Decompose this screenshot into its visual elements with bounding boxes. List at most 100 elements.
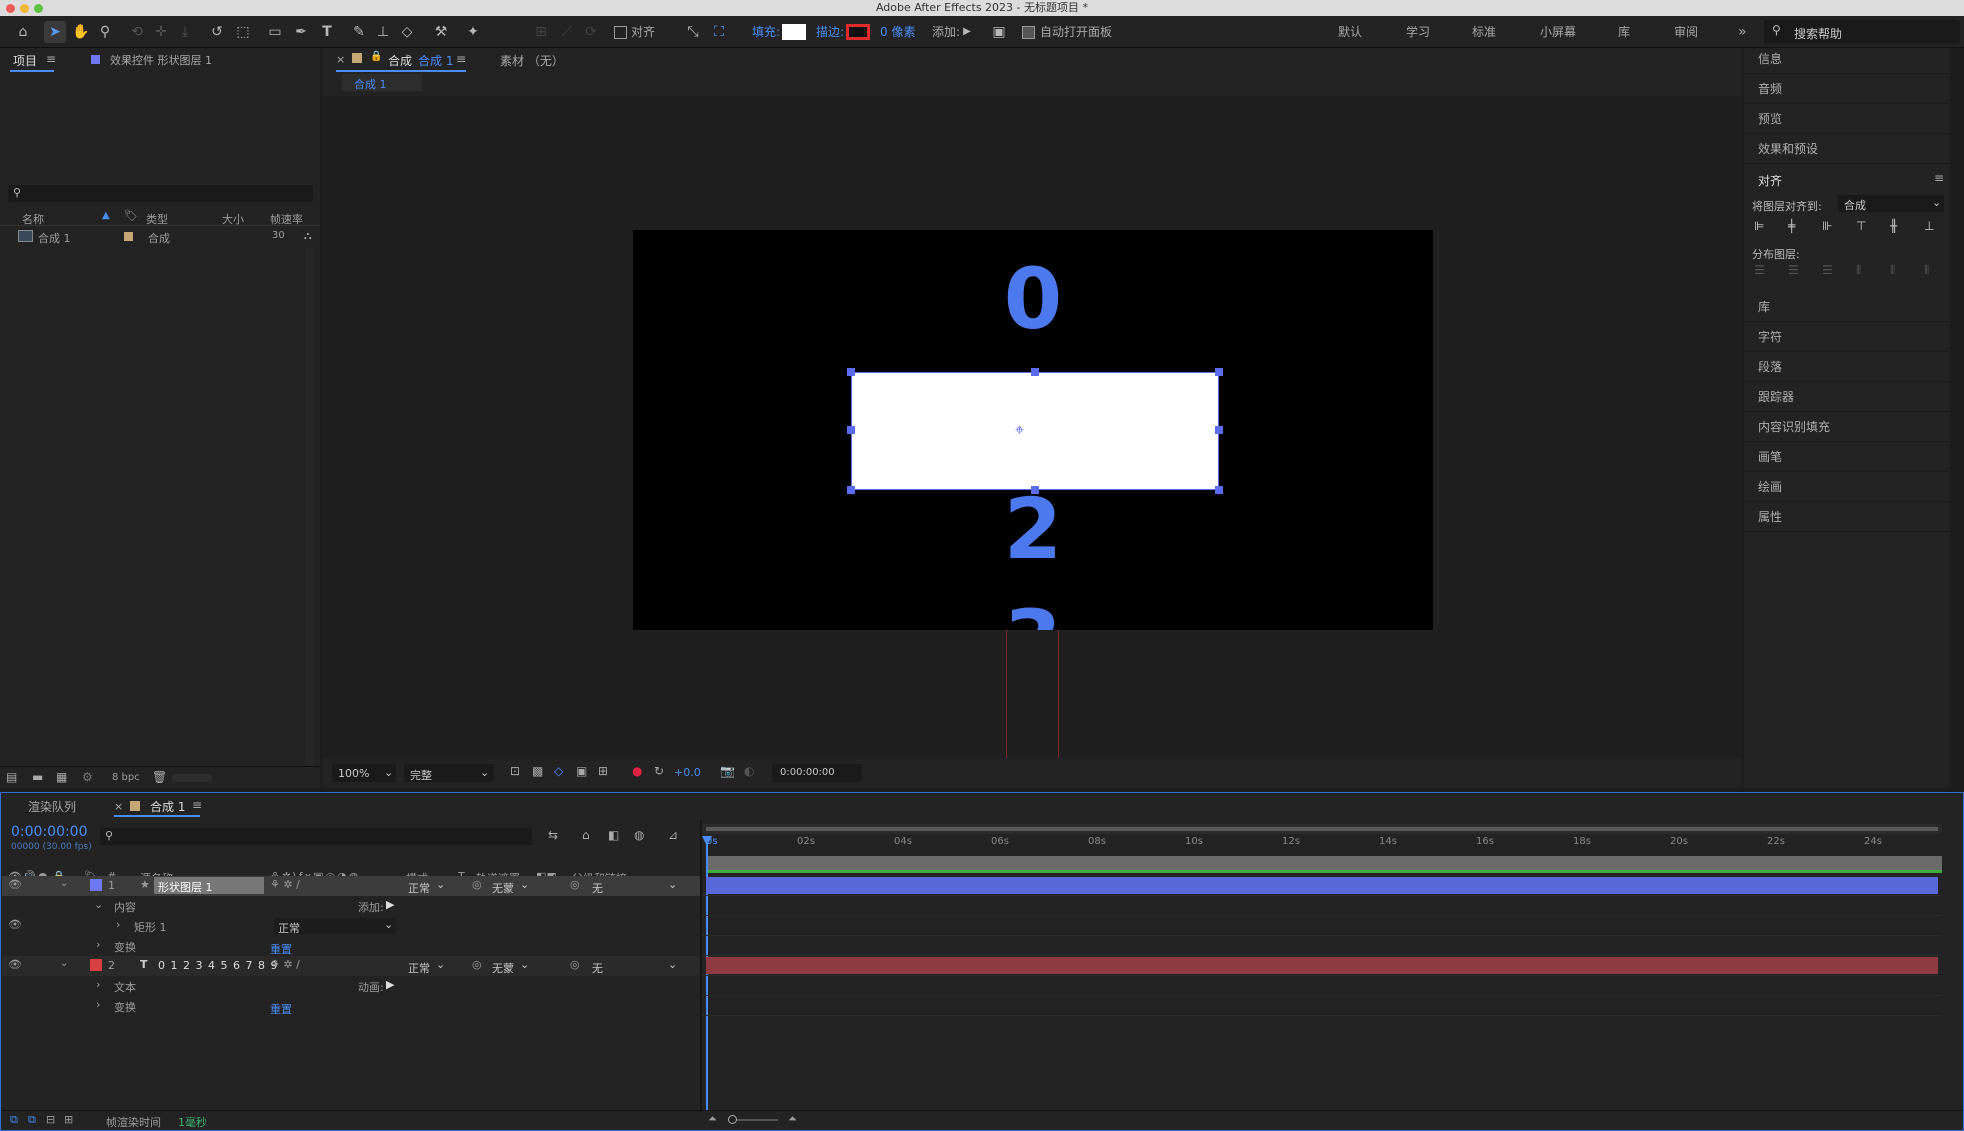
- pan-tool-icon[interactable]: ✛: [150, 21, 172, 43]
- type-tool-icon[interactable]: T: [316, 21, 338, 43]
- puppet-tool-icon[interactable]: ✦: [462, 21, 484, 43]
- draft-3d-icon[interactable]: ⌂: [582, 828, 590, 842]
- tab-timeline-comp[interactable]: 合成 1: [150, 798, 185, 815]
- handle-bottom-right[interactable]: [1215, 486, 1223, 494]
- project-settings-icon[interactable]: ⚙: [82, 770, 93, 784]
- column-size[interactable]: 大小: [222, 211, 244, 227]
- stroke-color-swatch[interactable]: [846, 24, 870, 40]
- grid-guides-icon[interactable]: ⊞: [598, 764, 608, 778]
- layer-switches-toggle-icon[interactable]: ⧉: [10, 1113, 18, 1127]
- visibility-eye-icon[interactable]: 👁: [8, 958, 22, 971]
- fill-label[interactable]: 填充:: [752, 16, 780, 48]
- selection-tool-icon[interactable]: ➤: [44, 21, 66, 43]
- align-bottom-icon[interactable]: ⊥: [1924, 219, 1934, 233]
- resolution-dropdown[interactable]: 完整 ⌄: [404, 764, 494, 782]
- tab-footage[interactable]: 素材 （无）: [500, 52, 564, 69]
- panel-audio[interactable]: 音频: [1744, 75, 1950, 104]
- close-tab-icon[interactable]: ×: [114, 800, 123, 813]
- tab-effect-controls[interactable]: 效果控件 形状图层 1: [110, 52, 212, 68]
- tool-panel-icon[interactable]: ▣: [988, 21, 1010, 43]
- layer-duration-bar-2[interactable]: [706, 957, 1938, 974]
- handle-bottom-center[interactable]: [1031, 486, 1039, 494]
- zoom-out-icon[interactable]: ⏶: [708, 1112, 717, 1126]
- lock-icon[interactable]: 🔒: [370, 51, 382, 62]
- more-workspaces-icon[interactable]: »: [1738, 16, 1747, 48]
- expand-chevron-icon[interactable]: ⌄: [60, 878, 68, 889]
- brush-tool-icon[interactable]: ✎: [348, 21, 370, 43]
- fill-color-swatch[interactable]: [782, 24, 806, 40]
- property-row-contents[interactable]: ⌄ 内容 添加: ▶: [2, 896, 700, 916]
- layer-name-field[interactable]: 形状图层 1: [154, 877, 264, 894]
- panel-preview[interactable]: 预览: [1744, 105, 1950, 134]
- rotate-tool-icon[interactable]: ↺: [206, 21, 228, 43]
- auto-open-checkbox[interactable]: [1022, 26, 1035, 39]
- new-composition-icon[interactable]: ▦: [56, 770, 67, 784]
- close-tab-icon[interactable]: ×: [336, 53, 345, 66]
- property-row-transform-2[interactable]: › 变换 重置: [2, 996, 700, 1016]
- visibility-eye-icon[interactable]: 👁: [8, 878, 22, 891]
- handle-middle-right[interactable]: [1215, 426, 1223, 434]
- breadcrumb-comp[interactable]: 合成 1: [354, 76, 387, 92]
- tab-comp-prefix[interactable]: 合成: [388, 52, 412, 69]
- timeline-search-input[interactable]: ⚲: [100, 828, 532, 845]
- work-area-range[interactable]: [706, 827, 1938, 831]
- layer-row-2[interactable]: 👁 ⌄ 2 T 0 1 2 3 4 5 6 7 8 9 ⚘ ✲ / 正常 ⌄ ◎…: [2, 956, 700, 976]
- property-row-transform[interactable]: › 变换 重置: [2, 936, 700, 956]
- snap-distance-icon[interactable]: ⤡: [682, 21, 704, 43]
- current-time-field[interactable]: 0:00:00:00: [772, 764, 862, 782]
- layer-label-color[interactable]: [90, 879, 102, 891]
- align-top-icon[interactable]: ⊤: [1856, 219, 1866, 233]
- handle-middle-left[interactable]: [847, 426, 855, 434]
- help-search-box[interactable]: ⚲ 搜索帮助: [1764, 20, 1960, 44]
- expand-chevron-right-icon[interactable]: ›: [96, 978, 100, 991]
- tab-project[interactable]: 项目: [13, 52, 37, 69]
- transparency-grid-icon[interactable]: ▩: [532, 764, 543, 778]
- layer-switches-icon[interactable]: ⚘ ✲ /: [270, 958, 300, 971]
- orbit-tool-icon[interactable]: ⟲: [126, 21, 148, 43]
- distribute-left-icon[interactable]: ⦀: [1856, 263, 1861, 278]
- expand-chevron-right-icon[interactable]: ›: [96, 998, 100, 1011]
- minimize-window-button[interactable]: [20, 4, 29, 13]
- layer-label-color[interactable]: [90, 959, 102, 971]
- align-to-dropdown[interactable]: 合成 ⌄: [1838, 195, 1944, 212]
- layer-duration-bar-1[interactable]: [706, 877, 1938, 894]
- handle-bottom-left[interactable]: [847, 486, 855, 494]
- panel-menu-icon[interactable]: ≡: [456, 52, 466, 66]
- composition-viewer[interactable]: 0 2 3 ⌖: [322, 96, 1742, 758]
- expand-chevron-right-icon[interactable]: ›: [116, 918, 120, 931]
- in-out-toggle-icon[interactable]: ⊟: [46, 1113, 55, 1126]
- workspace-learn[interactable]: 学习: [1406, 16, 1430, 48]
- animate-arrow-icon[interactable]: ▶: [386, 978, 394, 991]
- label-tag-icon[interactable]: 🏷: [124, 209, 138, 222]
- reset-exposure-icon[interactable]: ↻: [654, 764, 664, 778]
- handle-top-left[interactable]: [847, 368, 855, 376]
- column-fps[interactable]: 帧速率: [270, 211, 303, 227]
- transfer-controls-toggle-icon[interactable]: ⧉: [28, 1113, 36, 1127]
- property-row-text[interactable]: › 文本 动画: ▶: [2, 976, 700, 996]
- align-right-icon[interactable]: ⊪: [1822, 219, 1832, 233]
- anchor-tool-icon[interactable]: ⬚: [232, 21, 254, 43]
- tab-render-queue[interactable]: 渲染队列: [28, 798, 76, 815]
- zoom-dropdown[interactable]: 100% ⌄: [332, 764, 396, 782]
- mask-visibility-icon[interactable]: ◇: [554, 764, 563, 778]
- parent-pickwhip-icon[interactable]: ◎: [570, 958, 580, 971]
- align-vertical-center-icon[interactable]: ╫: [1890, 219, 1897, 233]
- help-search-input[interactable]: 搜索帮助: [1794, 25, 1842, 42]
- frame-blending-icon[interactable]: ◍: [634, 828, 644, 842]
- panel-character[interactable]: 字符: [1744, 323, 1950, 352]
- project-item-row[interactable]: 合成 1 合成 30 ⛬: [0, 228, 320, 245]
- anchor-point-icon[interactable]: ⌖: [1015, 420, 1024, 440]
- property-row-rectangle[interactable]: 👁 › 矩形 1 正常 ⌄: [2, 916, 700, 936]
- add-content-arrow-icon[interactable]: ▶: [386, 898, 394, 911]
- distribute-hcenter-icon[interactable]: ⦀: [1890, 263, 1895, 278]
- hand-tool-icon[interactable]: ✋: [70, 21, 92, 43]
- reset-transform-link[interactable]: 重置: [270, 941, 292, 957]
- pen-tool-icon[interactable]: ✒: [290, 21, 312, 43]
- project-scrollbar[interactable]: [305, 248, 315, 768]
- timeline-divider[interactable]: [700, 820, 702, 1110]
- distribute-right-icon[interactable]: ⦀: [1924, 263, 1929, 278]
- render-time-toggle-icon[interactable]: ⊞: [64, 1113, 73, 1126]
- layer-name[interactable]: 0 1 2 3 4 5 6 7 8 9: [158, 959, 278, 972]
- snap-options-icon[interactable]: ⛶: [708, 21, 730, 43]
- track-matte-pickwhip-icon[interactable]: ◎: [472, 958, 482, 971]
